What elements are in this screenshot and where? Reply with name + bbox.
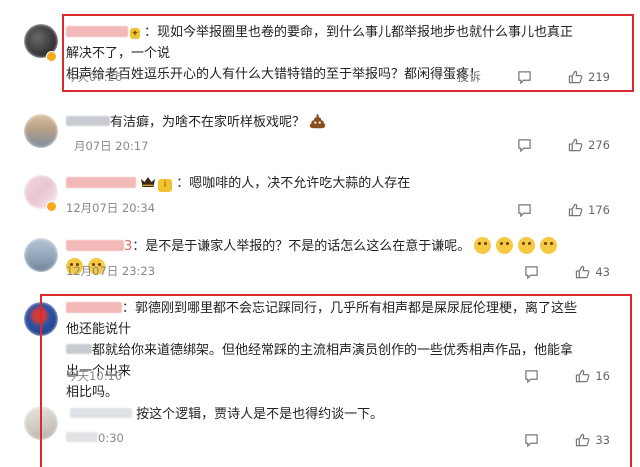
comment-actions: 投诉 219 (457, 68, 610, 85)
dog-face-emoji (496, 237, 514, 254)
comment-item: ：郭德刚到哪里都不会忘记踩同行，几乎所有相声都是屎尿屁伦理梗，离了这些他还能说什… (0, 292, 632, 400)
username[interactable] (66, 26, 128, 37)
like-count: 176 (588, 203, 610, 217)
comment-text-content: 有洁癖，为啥不在家听样板戏呢？ (110, 115, 306, 130)
comment-line-1: 现如今举报圈里也卷的要命，到什么事儿都举报地步也就什么事儿也真正解决不了，一个说 (66, 25, 574, 61)
comment-bubble-icon[interactable] (517, 70, 532, 84)
avatar[interactable] (24, 238, 58, 272)
comment-time: 0:30 (98, 431, 124, 445)
comment-actions: 33 (524, 433, 610, 447)
username[interactable] (66, 116, 110, 126)
username[interactable] (70, 408, 132, 418)
comment-time: 12月07日 20:34 (66, 201, 156, 215)
thumbs-up-icon[interactable] (568, 138, 583, 152)
username[interactable] (66, 177, 136, 188)
comment-actions: 16 (524, 369, 610, 383)
verified-badge-icon (46, 201, 57, 212)
username[interactable] (66, 240, 124, 251)
dog-face-emoji (518, 237, 536, 254)
comment-actions: 43 (524, 265, 610, 279)
comment-time-row: 0:30 (66, 431, 124, 445)
redacted-text (66, 344, 92, 354)
comment-bubble-icon[interactable] (517, 203, 532, 217)
comment-actions: 176 (517, 203, 610, 217)
comment-text-content: 嗯咖啡的人，决不允许吃大蒜的人存在 (189, 176, 411, 191)
verified-badge-icon (46, 51, 57, 62)
comment-line-1: 郭德刚到哪里都不会忘记踩同行，几乎所有相声都是屎尿屁伦理梗，离了这些他还能说什 (66, 301, 578, 337)
like-count: 33 (595, 433, 610, 447)
level-badge: i (158, 179, 173, 192)
comment-text: 按这个逻辑，贾诗人是不是也得约谈一下。 (70, 404, 582, 425)
comment-time: 今天07:26 (66, 70, 123, 84)
avatar[interactable] (24, 114, 58, 148)
report-link[interactable]: 投诉 (457, 68, 481, 85)
comment-bubble-icon[interactable] (517, 138, 532, 152)
avatar[interactable] (24, 406, 58, 440)
comment-bubble-icon[interactable] (524, 265, 539, 279)
pile-of-poo-emoji (309, 114, 326, 129)
comment-text-content: 是不是于谦家人举报的？不是的话怎么这么在意于谦呢。 (145, 239, 471, 254)
thumbs-up-icon[interactable] (575, 369, 590, 383)
username[interactable] (66, 302, 122, 313)
thumbs-up-icon[interactable] (568, 203, 583, 217)
comment-item: 有洁癖，为啥不在家听样板戏呢？ 月07日 20:17 276 (0, 100, 632, 162)
comment-line-2: 相声给老百姓逗乐开心的人有什么大错特错的至于举报吗？都闲得蛋疼！ (66, 67, 483, 82)
comment-item: 按这个逻辑，贾诗人是不是也得约谈一下。 0:30 33 (0, 396, 632, 467)
dog-face-emoji (474, 237, 492, 254)
thumbs-up-icon[interactable] (568, 70, 583, 84)
thumbs-up-icon[interactable] (575, 433, 590, 447)
like-count: 16 (595, 369, 610, 383)
comment-bubble-icon[interactable] (524, 433, 539, 447)
grinning-face-emoji (540, 237, 558, 254)
crown-icon (141, 177, 156, 187)
comment-time: 今天10:10 (66, 369, 123, 383)
level-badge: ✦ (130, 28, 140, 39)
comment-item: ✦ ：现如今举报圈里也卷的要命，到什么事儿都举报地步也就什么事儿也真正解决不了，一… (0, 0, 632, 95)
thumbs-up-icon[interactable] (575, 265, 590, 279)
comment-text: ：郭德刚到哪里都不会忘记踩同行，几乎所有相声都是屎尿屁伦理梗，离了这些他还能说什… (66, 301, 578, 400)
comment-item: 3：是不是于谦家人举报的？不是的话怎么这么在意于谦呢。 12月07日 23:23… (0, 228, 632, 288)
comment-time: 月07日 20:17 (74, 139, 149, 153)
avatar[interactable] (24, 302, 58, 336)
comment-text: 有洁癖，为啥不在家听样板戏呢？ (66, 112, 582, 133)
comment-line-2: 都就给你来道德绑架。但他经常踩的主流相声演员创作的一些优秀相声作品，他能拿出一个… (66, 343, 574, 379)
like-count: 276 (588, 138, 610, 152)
comment-time: 12月07日 23:23 (66, 264, 156, 278)
comment-actions: 276 (517, 138, 610, 152)
like-count: 219 (588, 69, 610, 84)
redacted-date (66, 432, 98, 442)
comment-text: i ：嗯咖啡的人，决不允许吃大蒜的人存在 (66, 173, 582, 194)
like-count: 43 (595, 265, 610, 279)
comment-bubble-icon[interactable] (524, 369, 539, 383)
comment-item: i ：嗯咖啡的人，决不允许吃大蒜的人存在 12月07日 20:34 176 (0, 165, 632, 227)
comment-text-content: 按这个逻辑，贾诗人是不是也得约谈一下。 (136, 407, 384, 422)
